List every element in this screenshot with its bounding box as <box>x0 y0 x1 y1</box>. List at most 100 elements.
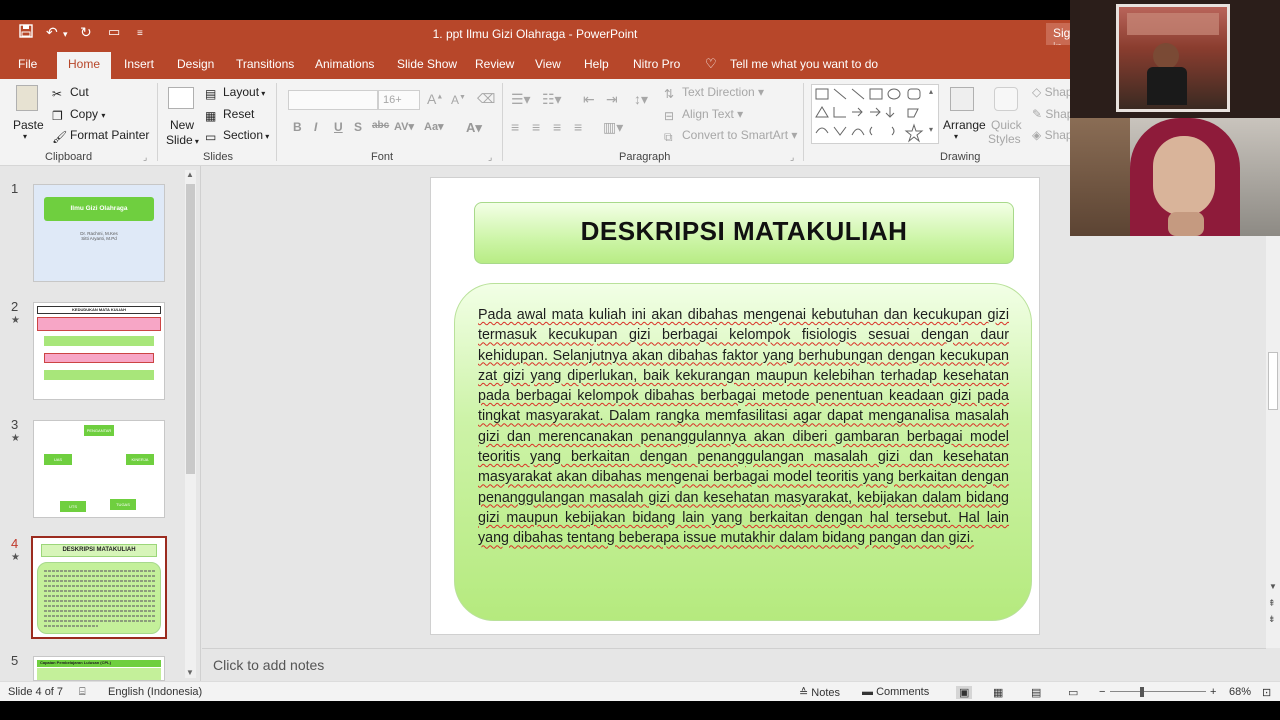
scroll-down-icon[interactable]: ▼ <box>1269 582 1277 591</box>
zoom-out-icon[interactable]: − <box>1099 686 1105 698</box>
tab-view[interactable]: View <box>535 57 561 71</box>
font-color-icon[interactable]: A▾ <box>466 120 482 136</box>
normal-view-icon[interactable]: ▣ <box>956 686 973 699</box>
tab-design[interactable]: Design <box>177 57 214 71</box>
new-slide-button[interactable]: New <box>170 118 194 132</box>
thumbnail-slide-4[interactable]: DESKRIPSI MATAKULIAH <box>31 536 167 639</box>
scroll-up-icon[interactable]: ▲ <box>186 170 194 179</box>
strikethrough-icon[interactable]: abc <box>372 120 389 131</box>
copy-button[interactable]: ❐ Copy ▾ <box>52 107 105 123</box>
new-slide-icon[interactable] <box>168 87 194 109</box>
align-center-icon[interactable]: ≡ <box>532 119 540 135</box>
new-slide-label-2[interactable]: Slide ▾ <box>166 133 199 147</box>
paste-dropdown-icon[interactable]: ▾ <box>23 132 27 141</box>
font-launcher-icon[interactable]: ⌟ <box>488 152 492 163</box>
tab-file[interactable]: File <box>18 57 37 71</box>
cut-button[interactable]: ✂ Cut <box>52 85 89 101</box>
align-text-button[interactable]: ⊟ Align Text ▾ <box>664 107 743 123</box>
thumbnail-scrollbar[interactable]: ▲ ▼ <box>185 170 196 678</box>
quick-styles-icon[interactable] <box>994 87 1018 111</box>
fit-slide-icon[interactable]: ⊡ <box>1262 686 1271 699</box>
paste-icon[interactable] <box>16 85 38 111</box>
previous-slide-icon[interactable]: ⇞ <box>1268 598 1276 609</box>
numbering-icon[interactable]: ☷▾ <box>542 91 562 108</box>
paragraph-launcher-icon[interactable]: ⌟ <box>790 152 794 163</box>
comments-toggle-button[interactable]: ▬ Comments <box>862 686 929 698</box>
shadow-icon[interactable]: S <box>354 120 362 134</box>
layout-button[interactable]: ▤ Layout ▾ <box>205 85 265 101</box>
language-indicator[interactable]: English (Indonesia) <box>108 686 202 698</box>
change-case-icon[interactable]: Aa▾ <box>424 120 444 133</box>
thumbnail-slide-2[interactable]: KEDUDUKAN MATA KULIAH <box>33 302 165 400</box>
slide-title[interactable]: DESKRIPSI MATAKULIAH <box>474 202 1014 264</box>
italic-icon[interactable]: I <box>314 120 317 134</box>
decrease-indent-icon[interactable]: ⇤ <box>583 91 595 108</box>
align-right-icon[interactable]: ≡ <box>553 119 561 135</box>
editor-scrollbar[interactable]: ▼ ⇞ ⇟ <box>1266 166 1280 648</box>
notes-placeholder[interactable]: Click to add notes <box>213 657 324 673</box>
notes-toggle-button[interactable]: ≙ Notes <box>799 686 840 699</box>
tab-home[interactable]: Home <box>57 52 112 79</box>
align-left-icon[interactable]: ≡ <box>511 119 519 135</box>
shape-fill-button[interactable]: ◇ Shap <box>1032 85 1073 99</box>
tab-insert[interactable]: Insert <box>124 57 154 71</box>
tab-review[interactable]: Review <box>475 57 514 71</box>
line-spacing-icon[interactable]: ↕▾ <box>634 91 648 108</box>
convert-smartart-button[interactable]: ⧉ Convert to SmartArt ▾ <box>664 128 797 144</box>
format-painter-button[interactable]: 🖌 Format Painter <box>52 128 149 144</box>
zoom-slider[interactable] <box>1110 691 1206 692</box>
tab-slide-show[interactable]: Slide Show <box>397 57 457 71</box>
thumbnail-slide-1[interactable]: Ilmu Gizi Olahraga Dr. Rachmi, M.Kes Sit… <box>33 184 165 282</box>
tab-nitro-pro[interactable]: Nitro Pro <box>633 57 680 71</box>
character-spacing-icon[interactable]: AV▾ <box>394 120 414 133</box>
thumbnail-slide-5[interactable]: Capaian Pembelajaran Lulusan (CPL) <box>33 656 165 681</box>
zoom-in-icon[interactable]: + <box>1210 686 1216 698</box>
shape-effects-button[interactable]: ◈ Shap <box>1032 128 1073 142</box>
slide-canvas[interactable]: DESKRIPSI MATAKULIAH Pada awal mata kuli… <box>430 177 1040 635</box>
reading-view-icon[interactable]: ▤ <box>1031 686 1041 699</box>
tab-transitions[interactable]: Transitions <box>236 57 294 71</box>
font-family-dropdown[interactable] <box>288 90 378 110</box>
shape-outline-button[interactable]: ✎ Shap <box>1032 107 1073 121</box>
slide-body-box[interactable]: Pada awal mata kuliah ini akan dibahas m… <box>454 283 1032 621</box>
bold-icon[interactable]: B <box>293 120 302 134</box>
thumbnail-slide-3[interactable]: PENGANTAR UAS KINERJA UTS TUGAS <box>33 420 165 518</box>
reset-button[interactable]: ▦ Reset <box>205 107 254 123</box>
section-button[interactable]: ▭ Section ▾ <box>205 128 269 144</box>
arrange-dropdown-icon[interactable]: ▾ <box>954 132 958 141</box>
gallery-scroll-up-icon[interactable]: ▴ <box>929 87 933 96</box>
increase-indent-icon[interactable]: ⇥ <box>606 91 618 108</box>
gallery-more-icon[interactable]: ▾ <box>929 125 933 134</box>
copy-dropdown-icon[interactable]: ▾ <box>101 111 105 120</box>
bullets-icon[interactable]: ☰▾ <box>511 91 531 108</box>
text-direction-button[interactable]: ⇅ Text Direction ▾ <box>664 85 764 101</box>
quick-styles-label-2[interactable]: Styles <box>988 132 1021 146</box>
sign-in-button[interactable]: Sign in <box>1046 23 1070 45</box>
paste-button[interactable]: Paste <box>13 118 44 132</box>
zoom-level[interactable]: 68% <box>1229 686 1251 698</box>
arrange-icon[interactable] <box>950 87 974 111</box>
decrease-font-icon[interactable]: A▼ <box>451 93 466 107</box>
font-size-dropdown[interactable]: 16+ <box>378 90 420 110</box>
next-slide-icon[interactable]: ⇟ <box>1268 614 1276 625</box>
columns-icon[interactable]: ▥▾ <box>603 119 623 136</box>
underline-icon[interactable]: U <box>334 120 343 134</box>
slide-show-icon[interactable]: ▭ <box>1068 686 1078 699</box>
scroll-thumb[interactable] <box>186 184 195 474</box>
shapes-gallery[interactable] <box>811 84 939 144</box>
notes-pane[interactable]: Click to add notes <box>202 648 1266 681</box>
spelling-check-icon[interactable]: ⌸ <box>79 686 86 699</box>
slide-body-text[interactable]: Pada awal mata kuliah ini akan dibahas m… <box>478 305 1009 549</box>
tab-help[interactable]: Help <box>584 57 609 71</box>
clear-formatting-icon[interactable]: ⌫ <box>477 91 495 107</box>
tab-animations[interactable]: Animations <box>315 57 374 71</box>
tell-me-search[interactable]: Tell me what you want to do <box>730 57 878 71</box>
justify-icon[interactable]: ≡ <box>574 119 582 135</box>
increase-font-icon[interactable]: A▲ <box>427 91 443 107</box>
scroll-down-icon[interactable]: ▼ <box>186 668 194 677</box>
clipboard-launcher-icon[interactable]: ⌟ <box>143 152 147 163</box>
quick-styles-button[interactable]: Quick <box>991 118 1022 132</box>
arrange-button[interactable]: Arrange <box>943 118 986 132</box>
scroll-thumb[interactable] <box>1268 352 1278 410</box>
slide-sorter-icon[interactable]: ▦ <box>993 686 1003 699</box>
